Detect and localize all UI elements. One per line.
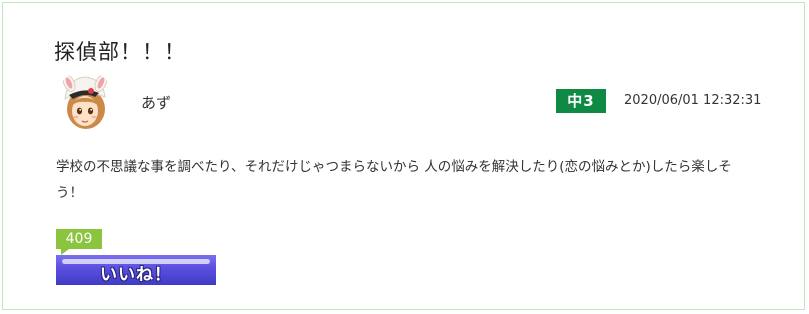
avatar-girl-bunny-hat-icon [62, 74, 108, 129]
grade-badge: 中3 [556, 89, 606, 113]
avatar[interactable] [55, 71, 115, 131]
post-body: 学校の不思議な事を調べたり、それだけじゃつまらないから 人の悩みを解決したり(恋… [56, 159, 732, 201]
like-count-badge: 409 [56, 229, 102, 249]
post-timestamp: 2020/06/01 12:32:31 [624, 93, 762, 108]
post-title: 探偵部！！！ [54, 40, 186, 64]
author-name[interactable]: あず [141, 92, 171, 113]
post-card: 探偵部！！！ あず 中3 2020/06/01 12:32:31 学校の不思議な… [2, 2, 805, 310]
like-button[interactable]: いいね！ [56, 255, 216, 285]
like-button-label: いいね！ [100, 265, 172, 285]
